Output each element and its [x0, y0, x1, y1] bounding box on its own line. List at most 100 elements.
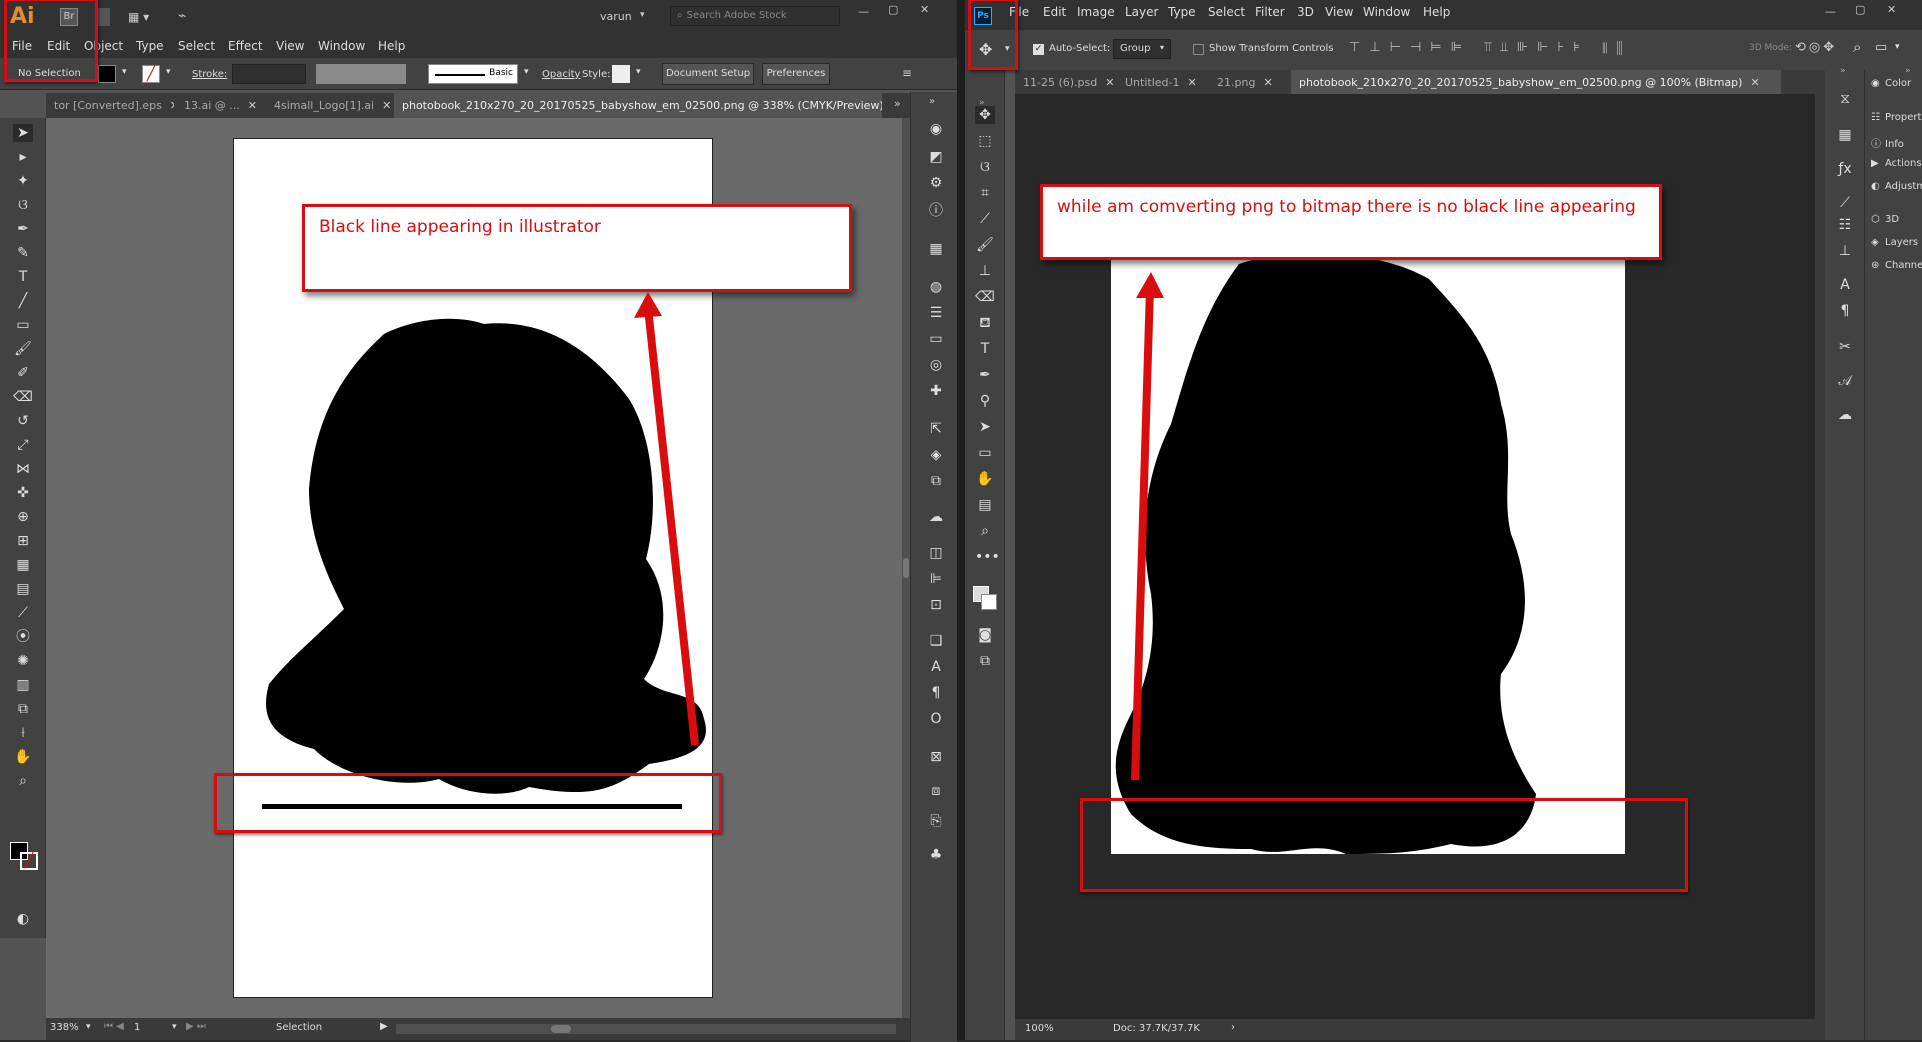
- settings-icon[interactable]: ⚙: [926, 174, 946, 192]
- menu-3d[interactable]: 3D: [1297, 5, 1314, 19]
- zoom-tool-icon[interactable]: ⌕: [975, 522, 995, 540]
- character-icon[interactable]: A: [926, 658, 946, 676]
- status-menu-icon[interactable]: ▶: [380, 1021, 388, 1032]
- minimize-button[interactable]: —: [858, 5, 869, 18]
- document-image[interactable]: [1111, 254, 1625, 854]
- links-icon[interactable]: ⧈: [926, 782, 946, 800]
- gradient-tool-icon[interactable]: ▤: [13, 580, 33, 598]
- width-tool-icon[interactable]: ⋈: [13, 460, 33, 478]
- menu-filter[interactable]: Filter: [1255, 5, 1285, 19]
- selection-tool-icon[interactable]: ➤: [13, 124, 33, 142]
- artboard-dropdown-icon[interactable]: ▾: [172, 1022, 177, 1032]
- menu-select[interactable]: Select: [178, 39, 215, 53]
- magic-wand-icon[interactable]: ✦: [13, 172, 33, 190]
- blend-tool-icon[interactable]: ⦿: [13, 628, 33, 646]
- show-transform-checkbox[interactable]: [1193, 44, 1204, 55]
- libraries-icon[interactable]: ☁: [926, 508, 946, 526]
- eyedropper-icon[interactable]: ⟋: [13, 604, 33, 622]
- align-icon[interactable]: ⊫: [926, 570, 946, 588]
- eraser-icon[interactable]: ⌫: [13, 388, 33, 406]
- brush-dropdown-icon[interactable]: ▾: [524, 67, 529, 77]
- workspace-dropdown-icon[interactable]: ▾: [1895, 42, 1900, 52]
- menu-view[interactable]: View: [1325, 5, 1353, 19]
- rectangle-tool-icon[interactable]: ▭: [13, 316, 33, 334]
- screen-mode-icon[interactable]: ⧉: [975, 652, 995, 670]
- brush-preview[interactable]: Basic: [428, 64, 518, 84]
- menu-help[interactable]: Help: [378, 39, 405, 53]
- panel-collapse-icon[interactable]: »: [1840, 66, 1846, 76]
- image-trace-icon[interactable]: ⊠: [926, 748, 946, 766]
- variable-width-field[interactable]: [316, 64, 406, 84]
- mesh-tool-icon[interactable]: ▦: [13, 556, 33, 574]
- symbols-club-icon[interactable]: ♣: [926, 846, 946, 864]
- lasso-icon[interactable]: ଓ: [13, 196, 33, 214]
- info-icon[interactable]: ⓘ: [926, 202, 946, 220]
- tab-document[interactable]: Untitled-1 ✕: [1117, 70, 1207, 95]
- tab-document[interactable]: 4simall_Logo[1].ai ✕: [266, 93, 392, 118]
- document-info-icon[interactable]: ⎘: [926, 812, 946, 830]
- menu-image[interactable]: Image: [1077, 5, 1115, 19]
- type-tool-icon[interactable]: T: [13, 268, 33, 286]
- minimize-button[interactable]: —: [1825, 5, 1836, 18]
- menu-effect[interactable]: Effect: [228, 39, 263, 53]
- stock-search-input[interactable]: ⌕ Search Adobe Stock: [670, 6, 840, 26]
- menu-view[interactable]: View: [276, 39, 304, 53]
- character-icon[interactable]: A: [1835, 276, 1855, 294]
- dodge-tool-icon[interactable]: ⚲: [975, 392, 995, 410]
- lasso-icon[interactable]: ଓ: [975, 158, 995, 176]
- menu-window[interactable]: Window: [318, 39, 365, 53]
- curvature-tool-icon[interactable]: ✎: [13, 244, 33, 262]
- panel-channels[interactable]: ⊛Channels: [1871, 260, 1922, 271]
- transparency-icon[interactable]: ◎: [926, 356, 946, 374]
- artboards-icon[interactable]: ⧉: [926, 472, 946, 490]
- color-guide-icon[interactable]: ◍: [926, 278, 946, 296]
- paint-bucket-icon[interactable]: ⛾: [975, 314, 995, 332]
- scrollbar-thumb[interactable]: [551, 1025, 571, 1033]
- align-buttons[interactable]: ⊤⊥⊢⊣⊨⊫ ⫪⫫⊪⊩⊦⊧ ⫴⫼: [1349, 40, 1631, 55]
- shape-builder-icon[interactable]: ⊕: [13, 508, 33, 526]
- zoom-level[interactable]: 338%: [50, 1022, 79, 1033]
- close-icon[interactable]: ✕: [382, 99, 391, 112]
- menu-help[interactable]: Help: [1423, 5, 1450, 19]
- style-dropdown-icon[interactable]: ▾: [636, 67, 641, 77]
- user-dropdown-icon[interactable]: ▾: [640, 10, 645, 20]
- brush-settings-icon[interactable]: ⟋: [1835, 194, 1855, 212]
- pathfinder-icon[interactable]: ◫: [926, 544, 946, 562]
- close-button[interactable]: ✕: [920, 3, 929, 16]
- opentype-icon[interactable]: O: [926, 710, 946, 728]
- gradient-tool-icon[interactable]: ▤: [975, 496, 995, 514]
- control-menu-icon[interactable]: ≡: [902, 66, 912, 80]
- rotate-tool-icon[interactable]: ↺: [13, 412, 33, 430]
- fill-swatch[interactable]: [98, 65, 116, 83]
- artboard-number[interactable]: 1: [134, 1022, 140, 1033]
- artboard-nav-icons[interactable]: ⏮ ◀: [104, 1021, 124, 1032]
- group-dropdown[interactable]: Group ▾: [1113, 39, 1171, 59]
- symbols-icon[interactable]: ✚: [926, 382, 946, 400]
- slice-tool-icon[interactable]: ⟊: [13, 724, 33, 742]
- tab-document[interactable]: tor [Converted].eps✕: [46, 93, 174, 118]
- marquee-tool-icon[interactable]: ⬚: [975, 132, 995, 150]
- panel-layers[interactable]: ◈ Layers: [1871, 237, 1918, 248]
- vertical-scrollbar[interactable]: [902, 118, 910, 1018]
- path-selection-icon[interactable]: ➤: [975, 418, 995, 436]
- pen-tool-icon[interactable]: ✒: [13, 220, 33, 238]
- panel-3d[interactable]: ⬡ 3D: [1871, 214, 1899, 225]
- brushes-icon[interactable]: ☷: [1835, 216, 1855, 234]
- background-color-icon[interactable]: [981, 594, 997, 610]
- tab-document[interactable]: 11-25 (6).psd ✕: [1015, 70, 1115, 95]
- menu-type[interactable]: Type: [136, 39, 164, 53]
- menu-window[interactable]: Window: [1363, 5, 1410, 19]
- close-icon[interactable]: ✕: [248, 99, 257, 112]
- graphic-styles-icon[interactable]: ◩: [926, 148, 946, 166]
- transform-icon[interactable]: ⊡: [926, 596, 946, 614]
- 3d-mode-icons[interactable]: ⟲◎✥: [1795, 40, 1837, 55]
- pen-tool-icon[interactable]: ✒: [975, 366, 995, 384]
- menu-type[interactable]: Type: [1168, 5, 1196, 19]
- style-swatch[interactable]: [612, 65, 630, 83]
- preferences-button[interactable]: Preferences: [762, 63, 830, 85]
- panel-collapse-icon[interactable]: »: [1905, 66, 1911, 76]
- panel-collapse-icon[interactable]: »: [929, 96, 935, 107]
- stroke-swatch[interactable]: ╱: [142, 65, 160, 83]
- opacity-label[interactable]: Opacity: [542, 69, 580, 80]
- stroke-weight-input[interactable]: [232, 64, 306, 84]
